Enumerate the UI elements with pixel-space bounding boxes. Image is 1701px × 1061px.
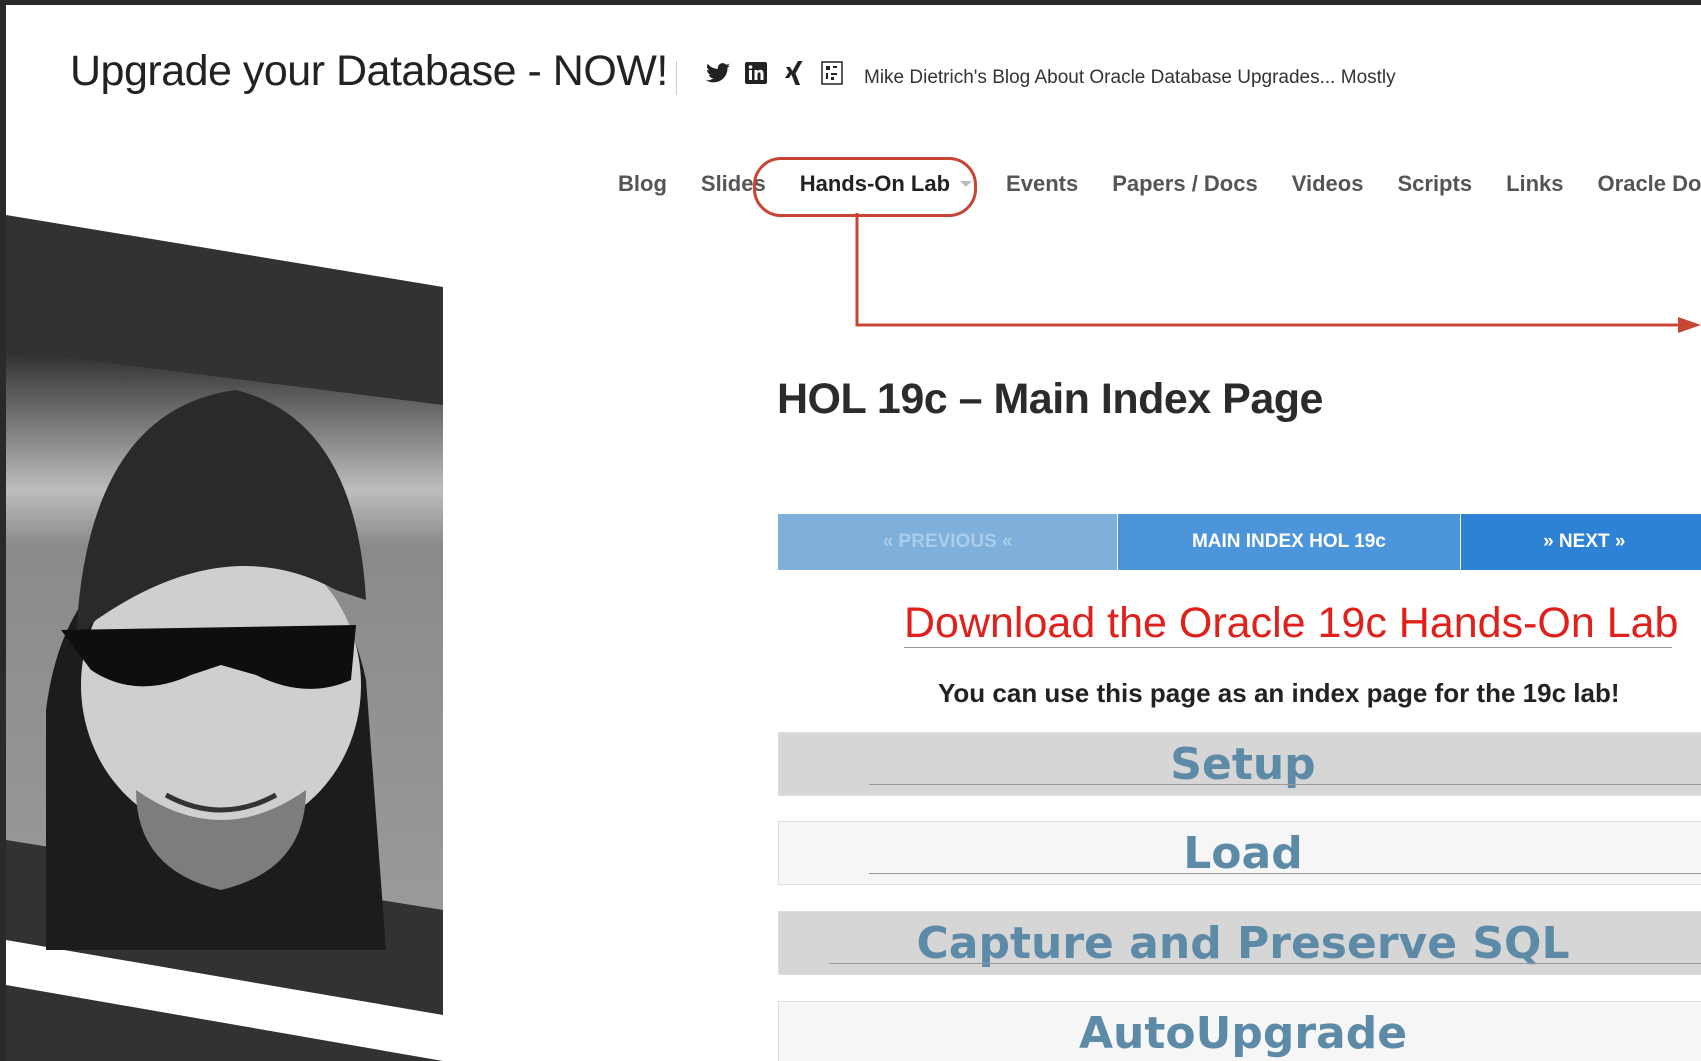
- pager-nav: « PREVIOUS « MAIN INDEX HOL 19c » NEXT »: [778, 514, 1701, 570]
- download-lab-link[interactable]: Download the Oracle 19c Hands-On Lab: [904, 599, 1678, 648]
- main-index-button[interactable]: MAIN INDEX HOL 19c: [1117, 514, 1460, 570]
- section-underline: [869, 873, 1701, 874]
- intro-text: You can use this page as an index page f…: [938, 678, 1620, 708]
- download-link-underline: [904, 647, 1672, 648]
- previous-button[interactable]: « PREVIOUS «: [778, 514, 1118, 570]
- next-button[interactable]: » NEXT »: [1459, 514, 1701, 570]
- page-title: HOL 19c – Main Index Page: [777, 375, 1323, 423]
- section-load[interactable]: Load: [778, 821, 1701, 885]
- section-underline: [829, 963, 1701, 964]
- section-setup[interactable]: Setup: [778, 732, 1701, 796]
- section-label: AutoUpgrade: [1078, 1008, 1408, 1059]
- section-capture-preserve-sql[interactable]: Capture and Preserve SQL: [778, 911, 1701, 975]
- section-label: Load: [1183, 828, 1303, 879]
- section-underline: [869, 784, 1701, 785]
- section-label: Capture and Preserve SQL: [916, 918, 1570, 969]
- section-autoupgrade[interactable]: AutoUpgrade: [778, 1001, 1701, 1061]
- section-label: Setup: [1170, 739, 1316, 790]
- browser-page: Upgrade your Database - NOW! Mike Dietri…: [6, 5, 1701, 1061]
